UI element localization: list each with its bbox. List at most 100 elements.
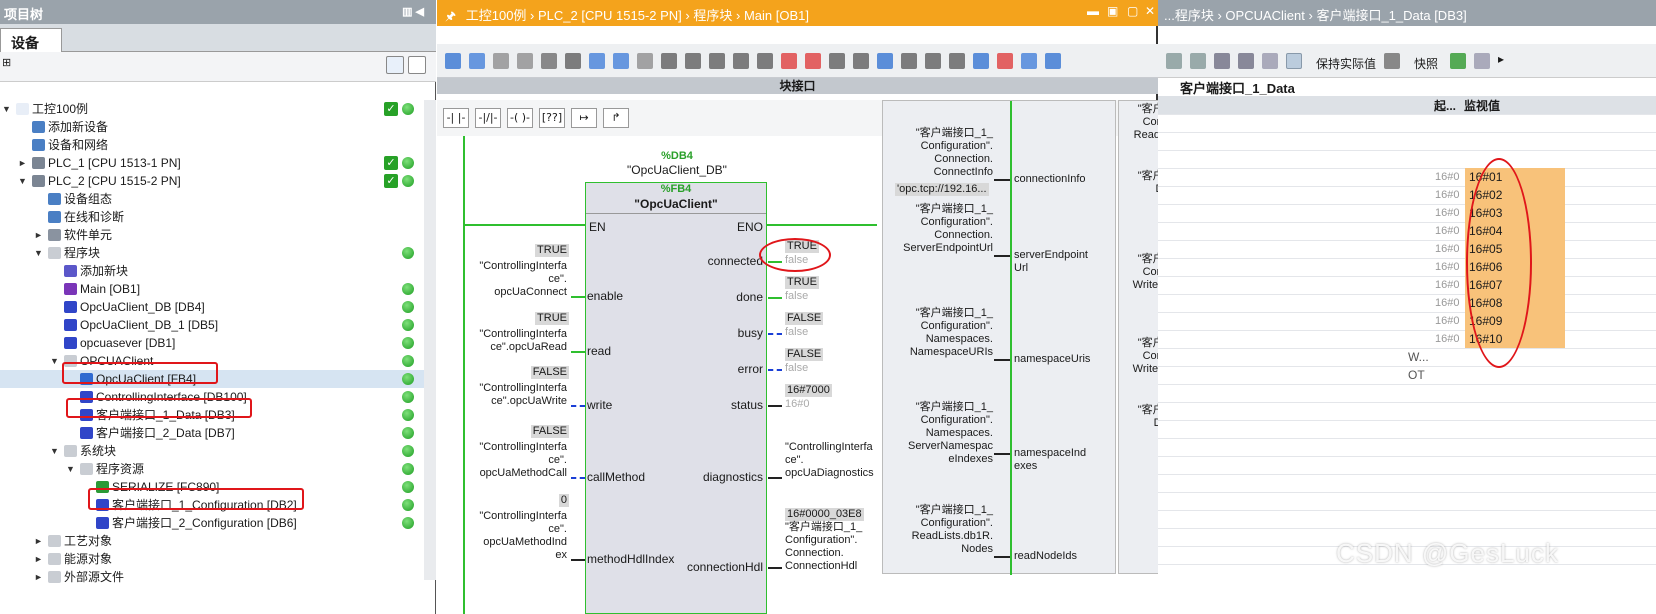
param-operand[interactable]: "客户端接口_1_ <box>916 401 993 414</box>
output-operand[interactable]: ConnectionHdl <box>785 560 857 573</box>
tab-devices[interactable]: 设备 <box>0 28 62 52</box>
input-operand[interactable]: opcUaConnect <box>494 286 567 299</box>
tree-item[interactable]: OpcUaClient_DB [DB4] <box>0 298 424 316</box>
tree-item[interactable]: 设备组态 <box>0 190 424 208</box>
input-operand[interactable]: "ControllingInterfa <box>479 260 567 273</box>
tree-item[interactable]: ► 能源对象 <box>0 550 424 568</box>
collapsed-arrow-icon[interactable]: ► <box>34 532 43 550</box>
param-operand[interactable]: Configuration". <box>921 517 993 530</box>
monitor-all-icon[interactable] <box>1286 53 1302 69</box>
expand-icon[interactable] <box>1214 53 1230 69</box>
breadcrumb-0[interactable]: ...程序块 <box>1164 8 1214 23</box>
keep-actual-values[interactable]: 保持实际值 <box>1316 55 1376 72</box>
input-operand[interactable]: opcUaMethodCall <box>480 467 567 480</box>
collapsed-arrow-icon[interactable]: ► <box>34 568 43 586</box>
param-operand[interactable]: Namespaces. <box>926 427 993 440</box>
output-operand[interactable]: opcUaDiagnostics <box>785 467 874 480</box>
snapshot-icon[interactable] <box>1384 53 1400 69</box>
input-operand[interactable]: ce". <box>548 273 567 286</box>
tree-item-label: 工艺对象 <box>64 534 113 548</box>
output-operand[interactable]: Configuration". <box>785 534 857 547</box>
param-operand[interactable]: NamespaceURIs <box>910 346 993 359</box>
param-operand[interactable]: "客户端接口_1_ <box>916 307 993 320</box>
collapsed-arrow-icon[interactable]: ► <box>34 226 43 244</box>
param-operand[interactable]: "客户端接口_1_ <box>916 504 993 517</box>
expanded-arrow-icon[interactable]: ▼ <box>2 100 11 118</box>
copy-icon[interactable] <box>1262 53 1278 69</box>
tree-item[interactable]: Main [OB1] <box>0 280 424 298</box>
status-ok-icon <box>402 427 414 439</box>
list-view-icon[interactable] <box>386 56 404 74</box>
input-operand[interactable]: "ControllingInterfa <box>479 328 567 341</box>
param-operand[interactable]: ServerNamespac <box>908 440 993 453</box>
tree-item[interactable]: 客户端接口_2_Configuration [DB6] <box>0 514 424 532</box>
input-operand[interactable]: "ControllingInterfa <box>479 382 567 395</box>
param-operand[interactable]: Configuration". <box>921 320 993 333</box>
tree-scrollbar[interactable] <box>424 100 436 580</box>
param-operand[interactable]: ReadLists.db1R. <box>912 530 993 543</box>
expanded-arrow-icon[interactable]: ▼ <box>34 244 43 262</box>
param-operand[interactable]: Configuration". <box>921 216 993 229</box>
input-operand[interactable]: ce". <box>548 523 567 536</box>
param-operand[interactable]: Connection. <box>934 153 993 166</box>
tree-item[interactable]: ▼ 程序块 <box>0 244 424 262</box>
input-operand[interactable]: opcUaMethodInd <box>483 536 567 549</box>
collapsed-arrow-icon[interactable]: ► <box>18 154 27 172</box>
tree-item[interactable]: ► 软件单元 <box>0 226 424 244</box>
param-operand[interactable]: "客户端接口_1_ <box>916 127 993 140</box>
breadcrumb-1[interactable]: OPCUAClient <box>1225 8 1304 23</box>
tree-item[interactable]: ▼ 程序资源 <box>0 460 424 478</box>
param-operand[interactable]: ServerEndpointUrl <box>903 242 993 255</box>
load-start-values-icon[interactable] <box>1450 53 1466 69</box>
tree-item[interactable]: ▼ 工控100例 ✓ <box>0 100 424 118</box>
tree-item[interactable]: ▼ 系统块 <box>0 442 424 460</box>
tree-item[interactable]: 在线和诊断 <box>0 208 424 226</box>
param-operand[interactable]: Nodes <box>961 543 993 556</box>
snapshot-button[interactable]: 快照 <box>1414 55 1438 72</box>
output-operand[interactable]: "ControllingInterfa <box>785 441 873 454</box>
expanded-arrow-icon[interactable]: ▼ <box>66 460 75 478</box>
breadcrumb-2[interactable]: 客户端接口_1_Data [DB3] <box>1316 8 1466 23</box>
add-row-icon[interactable] <box>1190 53 1206 69</box>
col-monitor-value[interactable]: 监视值 <box>1464 97 1500 114</box>
tree-item[interactable]: opcuasever [DB1] <box>0 334 424 352</box>
tree-item[interactable]: OpcUaClient_DB_1 [DB5] <box>0 316 424 334</box>
tree-item[interactable]: 设备和网络 <box>0 136 424 154</box>
pin-icon[interactable]: ▥ ◀ <box>402 5 424 18</box>
collapse-icon[interactable] <box>1238 53 1254 69</box>
copy-snapshot-icon[interactable] <box>1474 53 1490 69</box>
expanded-arrow-icon[interactable]: ▼ <box>18 172 27 190</box>
tree-item[interactable]: 客户端接口_2_Data [DB7] <box>0 424 424 442</box>
col-start-value[interactable]: 起... <box>1434 97 1456 114</box>
tree-item[interactable]: ▼ PLC_2 [CPU 1515-2 PN] ✓ <box>0 172 424 190</box>
output-operand[interactable]: Connection. <box>785 547 844 560</box>
tree-item[interactable]: 添加新设备 <box>0 118 424 136</box>
input-operand[interactable]: ce".opcUaWrite <box>491 395 567 408</box>
tree-item[interactable]: 添加新块 <box>0 262 424 280</box>
expanded-arrow-icon[interactable]: ▼ <box>50 352 59 370</box>
more-icon[interactable]: ▸ <box>1498 52 1504 66</box>
output-operand[interactable]: "客户端接口_1_ <box>785 521 862 534</box>
input-operand[interactable]: ce".opcUaRead <box>490 341 567 354</box>
output-operand[interactable]: ce". <box>785 454 804 467</box>
param-operand[interactable]: "客户端接口_1_ <box>916 203 993 216</box>
overview-icon[interactable]: ⊞ <box>2 56 20 74</box>
param-operand[interactable]: Configuration". <box>921 140 993 153</box>
input-operand[interactable]: "ControllingInterfa <box>479 441 567 454</box>
tree-view-icon[interactable] <box>408 56 426 74</box>
collapsed-arrow-icon[interactable]: ► <box>34 550 43 568</box>
param-operand[interactable]: ConnectInfo <box>934 166 993 179</box>
tree-item[interactable]: ► PLC_1 [CPU 1513-1 PN] ✓ <box>0 154 424 172</box>
tree-item[interactable]: ► 外部源文件 <box>0 568 424 586</box>
input-operand[interactable]: ex <box>555 549 567 562</box>
param-operand[interactable]: Connection. <box>934 229 993 242</box>
param-operand[interactable]: eIndexes <box>948 453 993 466</box>
expanded-arrow-icon[interactable]: ▼ <box>50 442 59 460</box>
input-operand[interactable]: ce". <box>548 454 567 467</box>
insert-row-icon[interactable] <box>1166 53 1182 69</box>
status-ok-icon <box>402 445 414 457</box>
param-operand[interactable]: Namespaces. <box>926 333 993 346</box>
param-operand[interactable]: Configuration". <box>921 414 993 427</box>
tree-item[interactable]: ► 工艺对象 <box>0 532 424 550</box>
input-operand[interactable]: "ControllingInterfa <box>479 510 567 523</box>
